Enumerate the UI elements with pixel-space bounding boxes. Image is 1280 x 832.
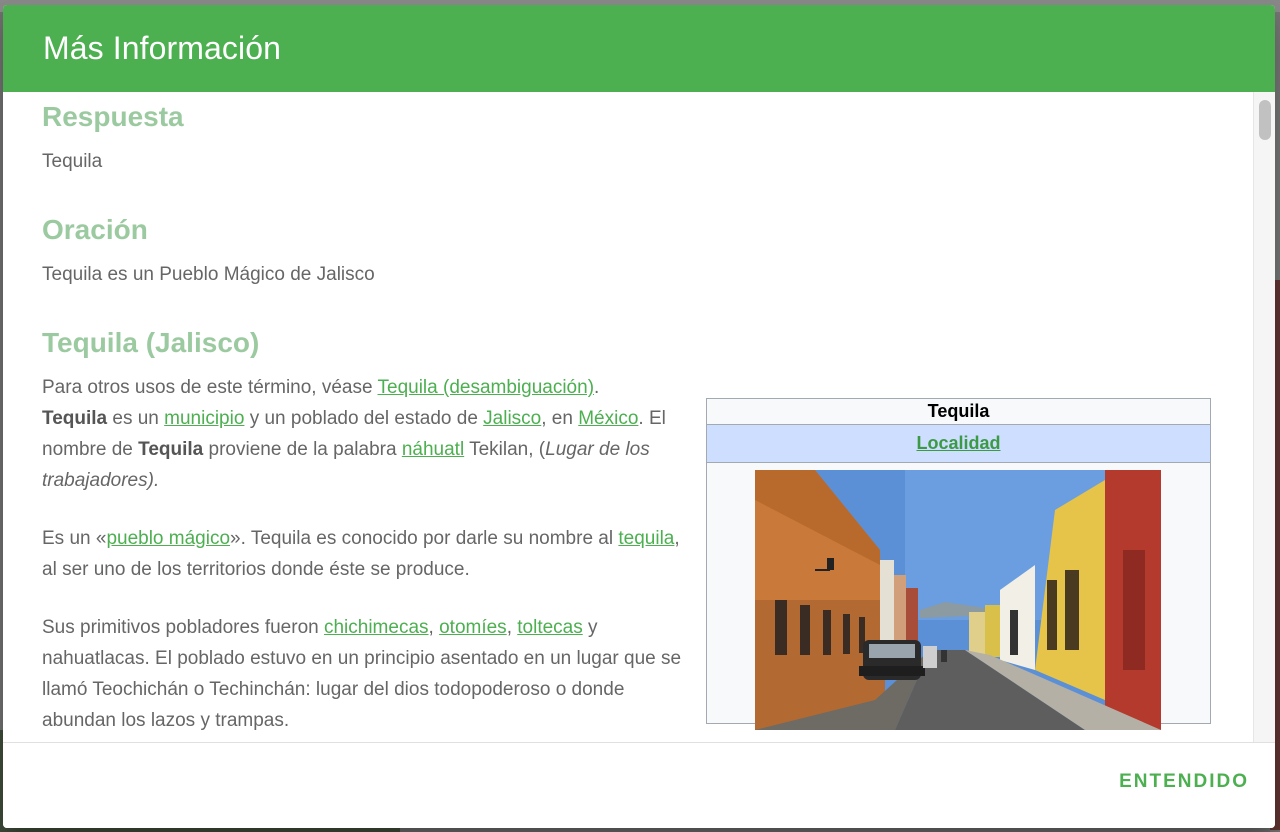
article-text-column: Para otros usos de este término, véase T… [42, 372, 682, 742]
infobox-image-wrap [707, 463, 1210, 730]
text-run: Para otros usos de este término, véase [42, 377, 378, 398]
article-body: Para otros usos de este término, véase T… [42, 372, 1213, 742]
text-run: Es un « [42, 528, 107, 549]
link-chichimecas[interactable]: chichimecas [324, 617, 429, 638]
text-run: Sus primitivos pobladores fueron [42, 617, 324, 638]
dialog-body[interactable]: Respuesta Tequila Oración Tequila es un … [3, 92, 1275, 742]
article-paragraph-1: Para otros usos de este término, véase T… [42, 372, 682, 496]
text-run: es un [107, 408, 165, 429]
dialog-title: Más Información [43, 30, 282, 66]
article-paragraph-3: Sus primitivos pobladores fueron chichim… [42, 612, 682, 736]
text-run: y un poblado del estado de [244, 408, 484, 429]
link-toltecas[interactable]: toltecas [517, 617, 582, 638]
answer-heading: Respuesta [42, 101, 184, 132]
infobox-title: Tequila [707, 399, 1210, 425]
link-otomies[interactable]: otomíes [439, 617, 507, 638]
text-run: , [428, 617, 440, 638]
text-run: proviene de la palabra [203, 439, 402, 460]
answer-text: Tequila [42, 151, 103, 172]
dialog-content: Respuesta Tequila Oración Tequila es un … [3, 92, 1253, 742]
sentence-text: Tequila es un Pueblo Mágico de Jalisco [42, 264, 375, 285]
bold-tequila: Tequila [42, 408, 108, 429]
infobox: Tequila Localidad [706, 398, 1211, 730]
infobox-subtitle: Localidad [707, 425, 1210, 463]
text-run: Tekilan, ( [464, 439, 546, 460]
link-tequila-disambiguation[interactable]: Tequila (desambiguación) [378, 377, 595, 398]
article-heading: Tequila (Jalisco) [42, 327, 260, 358]
dialog-scrollbar[interactable] [1253, 92, 1275, 742]
street-photo[interactable] [755, 470, 1161, 730]
ok-button[interactable]: ENTENDIDO [1119, 771, 1249, 793]
sentence-heading: Oración [42, 214, 148, 245]
link-pueblo-magico[interactable]: pueblo mágico [106, 528, 230, 549]
infobox-column: Tequila Localidad [706, 372, 1211, 742]
scrollbar-thumb[interactable] [1259, 100, 1271, 140]
text-run: , [506, 617, 518, 638]
link-municipio[interactable]: municipio [164, 408, 244, 429]
link-jalisco[interactable]: Jalisco [483, 408, 541, 429]
text-run: , en [541, 408, 579, 429]
dialog-header: Más Información [3, 5, 1275, 92]
link-mexico[interactable]: México [578, 408, 638, 429]
link-nahuatl[interactable]: náhuatl [402, 439, 464, 460]
dialog-footer: ENTENDIDO [3, 742, 1275, 828]
link-localidad[interactable]: Localidad [916, 433, 1000, 453]
bold-tequila-2: Tequila [138, 439, 204, 460]
article-paragraph-2: Es un «pueblo mágico». Tequila es conoci… [42, 523, 682, 585]
link-tequila-drink[interactable]: tequila [618, 528, 674, 549]
text-run: ». Tequila es conocido por darle su nomb… [230, 528, 619, 549]
more-info-dialog: Más Información Respuesta Tequila Oració… [3, 5, 1275, 828]
text-run: . [594, 377, 600, 398]
